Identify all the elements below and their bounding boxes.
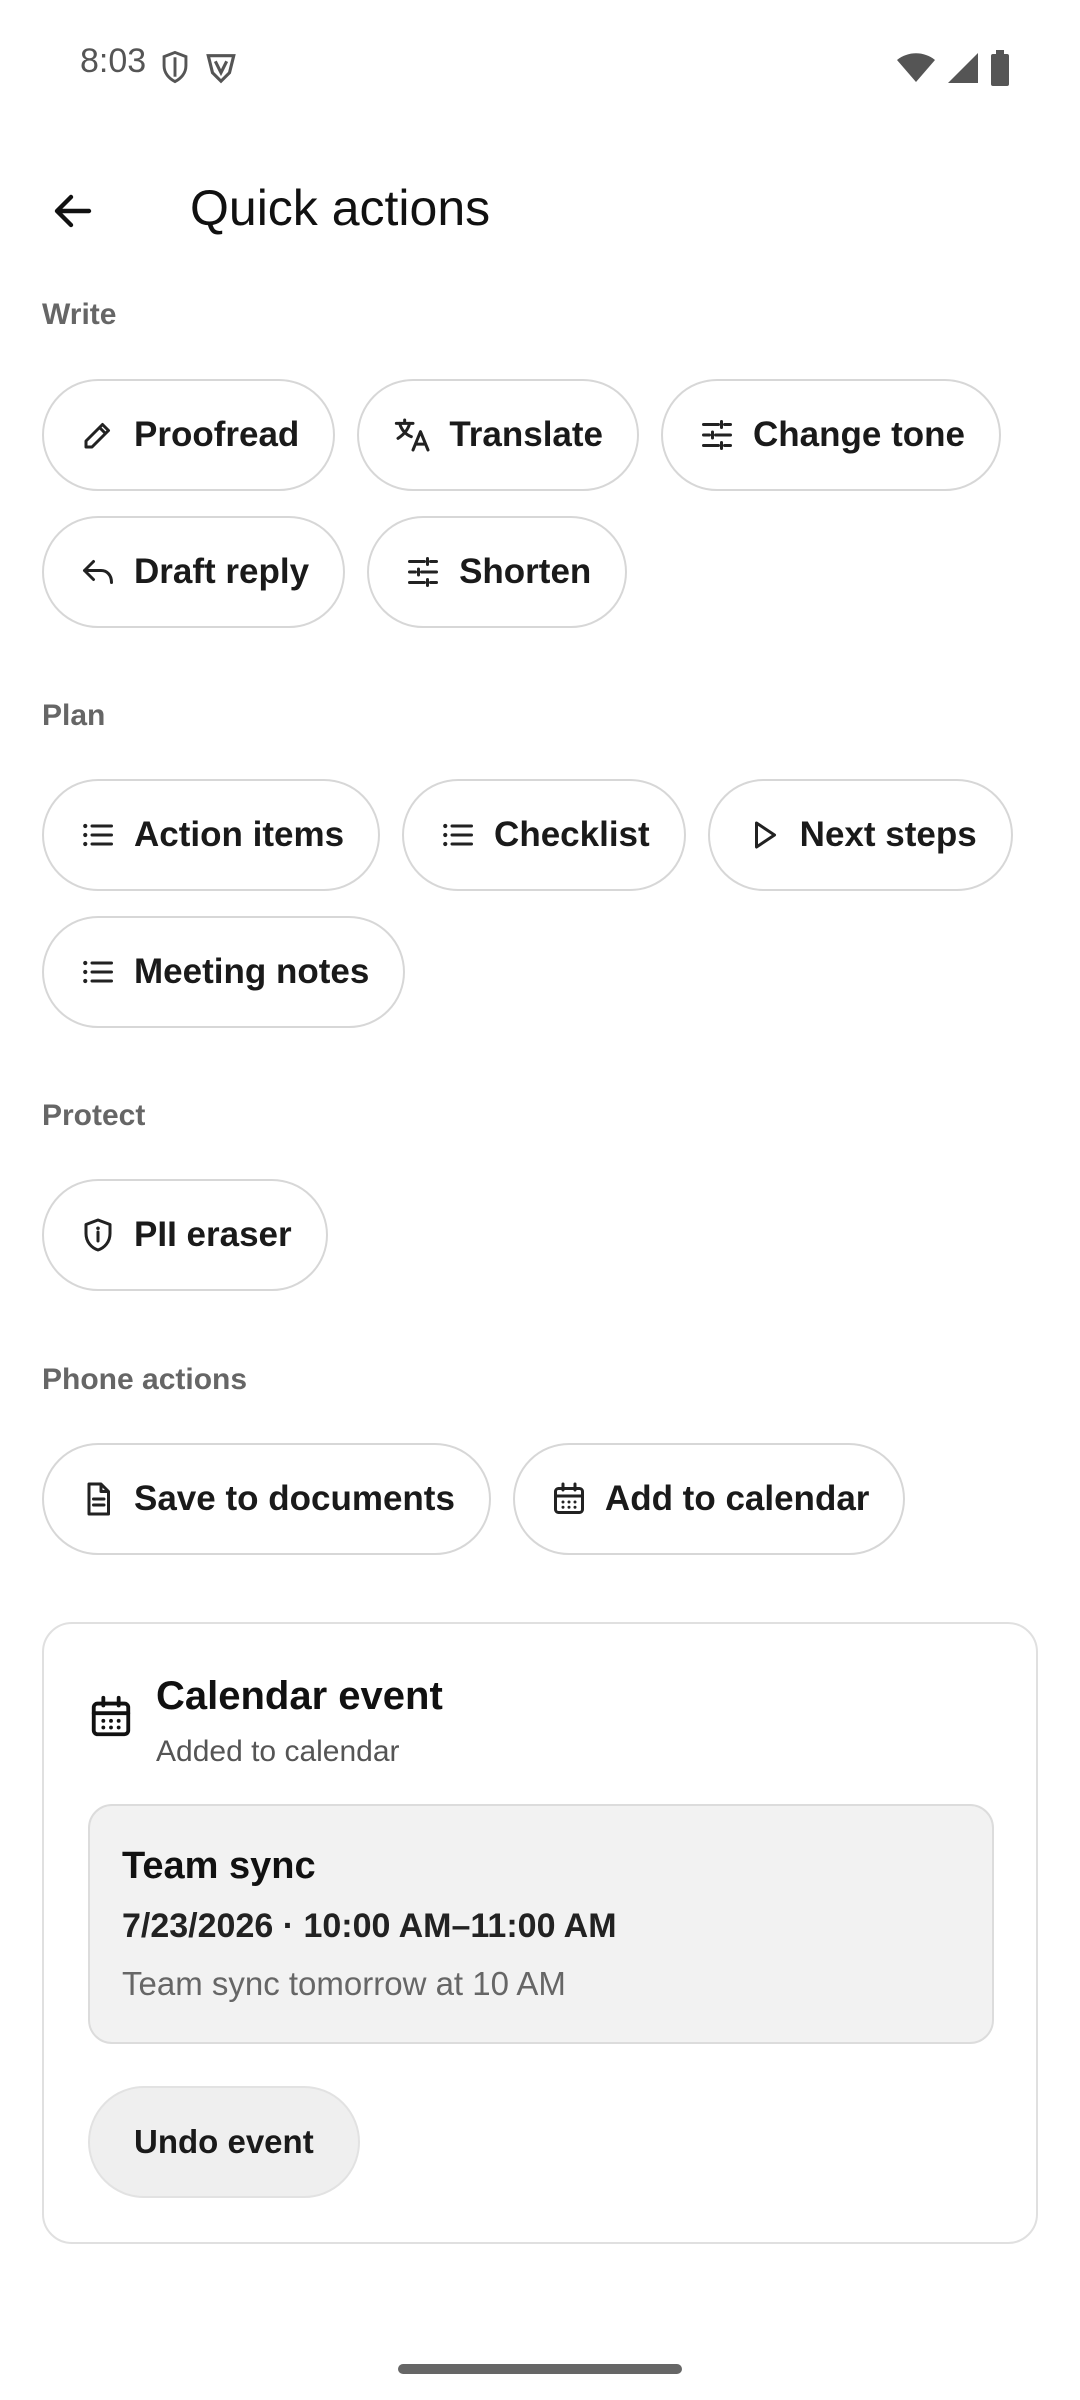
- chip-label: Next steps: [799, 815, 977, 854]
- chip-label: Shorten: [459, 552, 592, 591]
- plan-chip-row-2: Meeting notes: [42, 916, 406, 1028]
- list-icon: [438, 815, 478, 855]
- chip-label: Save to documents: [134, 1479, 455, 1518]
- add-to-calendar-chip[interactable]: Add to calendar: [512, 1443, 906, 1555]
- chip-label: Meeting notes: [134, 952, 370, 991]
- next-steps-chip[interactable]: Next steps: [707, 779, 1013, 891]
- list-icon: [78, 815, 118, 855]
- write-chip-row-1: Proofread Translate Change tone: [42, 379, 1001, 491]
- chip-label: Action items: [134, 815, 345, 854]
- save-to-documents-chip[interactable]: Save to documents: [42, 1443, 491, 1555]
- vpn-status-icon: [204, 50, 238, 84]
- plan-chip-row-1: Action items Checklist Next steps: [42, 779, 1013, 891]
- signal-icon: [946, 51, 980, 85]
- list-icon: [78, 952, 118, 992]
- chip-label: Add to calendar: [604, 1479, 870, 1518]
- undo-event-button[interactable]: Undo event: [88, 2086, 360, 2198]
- arrow-back-icon: [49, 187, 97, 235]
- card-title: Calendar event: [156, 1674, 443, 1718]
- page-title: Quick actions: [190, 180, 491, 236]
- translate-icon: [393, 415, 433, 455]
- draft-reply-chip[interactable]: Draft reply: [42, 516, 346, 628]
- event-details: Team sync 7/23/2026 · 10:00 AM–11:00 AM …: [88, 1804, 994, 2044]
- protect-chip-row: PII eraser: [42, 1179, 328, 1291]
- tune-icon: [403, 552, 443, 592]
- meeting-notes-chip[interactable]: Meeting notes: [42, 916, 406, 1028]
- write-chip-row-2: Draft reply Shorten: [42, 516, 628, 628]
- battery-icon: [990, 50, 1010, 86]
- shorten-chip[interactable]: Shorten: [367, 516, 628, 628]
- event-description: Team sync tomorrow at 10 AM: [122, 1965, 566, 2002]
- change-tone-chip[interactable]: Change tone: [661, 379, 1001, 491]
- phone-actions-chip-row: Save to documents Add to calendar: [42, 1443, 906, 1555]
- section-label-phone-actions: Phone actions: [42, 1363, 248, 1396]
- calendar-icon: [88, 1694, 134, 1740]
- calendar-icon: [549, 1479, 589, 1519]
- status-left-icons: [160, 50, 238, 84]
- wifi-icon: [896, 52, 936, 84]
- status-right-icons: [896, 50, 1010, 86]
- play-icon: [744, 815, 784, 855]
- pii-eraser-chip[interactable]: PII eraser: [42, 1179, 328, 1291]
- event-time: 7/23/2026 · 10:00 AM–11:00 AM: [122, 1907, 617, 1945]
- chip-label: Translate: [449, 415, 604, 454]
- calendar-event-card: Calendar event Added to calendar Team sy…: [42, 1622, 1038, 2244]
- card-subtitle: Added to calendar: [156, 1735, 400, 1768]
- chip-label: Checklist: [494, 815, 650, 854]
- app-bar: Quick actions: [0, 160, 1080, 260]
- tune-icon: [697, 415, 737, 455]
- chip-label: PII eraser: [134, 1215, 292, 1254]
- section-label-plan: Plan: [42, 699, 106, 732]
- back-button[interactable]: [36, 174, 110, 248]
- chip-label: Proofread: [134, 415, 300, 454]
- proofread-chip[interactable]: Proofread: [42, 379, 336, 491]
- pencil-icon: [78, 415, 118, 455]
- chip-label: Change tone: [753, 415, 965, 454]
- document-icon: [78, 1479, 118, 1519]
- shield-status-icon: [160, 50, 190, 84]
- section-label-protect: Protect: [42, 1099, 146, 1132]
- reply-icon: [78, 552, 118, 592]
- status-bar: 8:03: [0, 0, 1080, 136]
- home-indicator[interactable]: [398, 2364, 682, 2374]
- section-label-write: Write: [42, 298, 117, 331]
- translate-chip[interactable]: Translate: [357, 379, 640, 491]
- action-items-chip[interactable]: Action items: [42, 779, 381, 891]
- status-time: 8:03: [80, 42, 147, 80]
- chip-label: Draft reply: [134, 552, 310, 591]
- shield-icon: [78, 1215, 118, 1255]
- checklist-chip[interactable]: Checklist: [402, 779, 686, 891]
- event-title: Team sync: [122, 1845, 316, 1887]
